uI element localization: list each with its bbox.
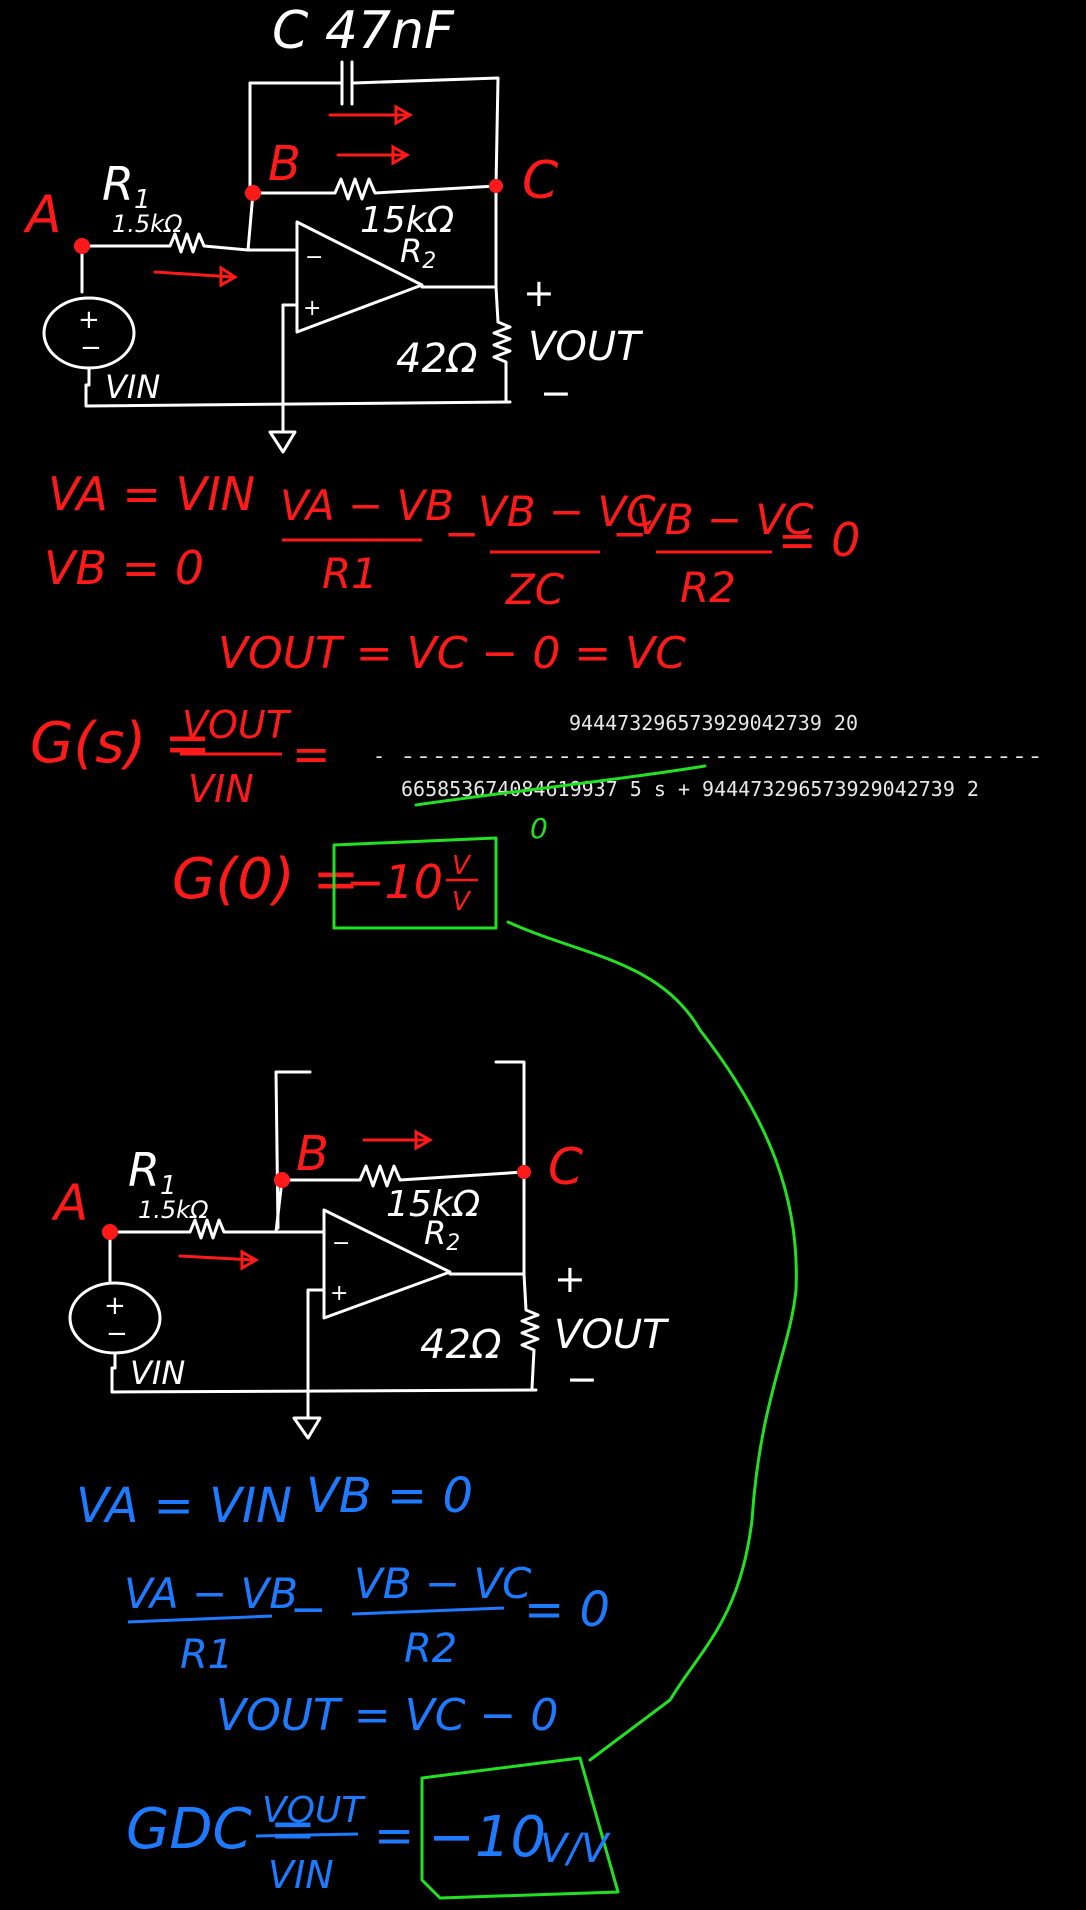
bottom-vout-plus: + xyxy=(554,1257,586,1301)
whiteboard-canvas: C 47nF A B C R1 1.5kΩ 15kΩ R2 42Ω VOUT +… xyxy=(0,0,1086,1910)
bottom-vout-minus: − xyxy=(566,1357,598,1401)
g0-unit-den: V xyxy=(452,887,472,917)
gs-num: VOUT xyxy=(182,703,292,747)
bottom-node-b-dot xyxy=(274,1172,290,1188)
zero-mark: 0 xyxy=(530,812,548,845)
blue-vb-equation: VB = 0 xyxy=(306,1468,473,1524)
bottom-node-c-label: C xyxy=(548,1138,583,1196)
vin-label: VIN xyxy=(105,368,160,406)
gs-equals: = xyxy=(292,727,331,781)
g0-value: −10 xyxy=(346,855,443,909)
vout-label: VOUT xyxy=(528,324,644,370)
bottom-node-a-dot xyxy=(102,1224,118,1240)
node-c-dot xyxy=(489,179,503,193)
bottom-opamp-inv-sign: − xyxy=(332,1231,350,1256)
blue-kcl-rhs: = 0 xyxy=(524,1582,610,1638)
kcl-den1: R1 xyxy=(322,549,378,598)
source-minus: − xyxy=(80,333,102,363)
gdc-value: −10 xyxy=(428,1805,546,1870)
gdc-unit: V/V xyxy=(540,1826,611,1872)
bottom-node-a-label: A xyxy=(51,1174,88,1232)
gs-den: VIN xyxy=(188,767,254,811)
bottom-source-minus: − xyxy=(106,1319,128,1349)
kcl-op1: − xyxy=(444,509,479,558)
blue-vout-equation: VOUT = VC − 0 xyxy=(216,1690,558,1741)
blue-va-equation: VA = VIN xyxy=(76,1478,292,1534)
tf-fraction-bar: ----------------------------------------… xyxy=(400,744,1043,768)
load-value: 42Ω xyxy=(396,336,478,382)
kcl-rhs: = 0 xyxy=(778,513,860,567)
bottom-load-value: 42Ω xyxy=(420,1322,502,1368)
bottom-node-b-label: B xyxy=(296,1126,329,1182)
vout-plus: + xyxy=(523,271,555,315)
node-c-label: C xyxy=(522,151,559,211)
blue-kcl-num1: VA − VB xyxy=(124,1569,298,1618)
bottom-vin-label: VIN xyxy=(130,1354,185,1392)
source-plus: + xyxy=(78,305,100,335)
tf-denominator: 665853674084619937 5 s + 944473296573929… xyxy=(401,777,979,801)
gdc-equals: = xyxy=(374,1808,414,1864)
opamp-inv-sign: − xyxy=(305,245,323,270)
node-a-label: A xyxy=(23,185,62,245)
opamp-noninv-sign: + xyxy=(303,296,321,321)
vb-equation: VB = 0 xyxy=(44,541,204,595)
bottom-opamp-noninv-sign: + xyxy=(330,1281,348,1306)
tf-numerator: 944473296573929042739 20 xyxy=(569,711,858,735)
vout-minus: − xyxy=(540,371,572,415)
node-b-label: B xyxy=(268,136,301,192)
g0-unit-num: V xyxy=(452,851,472,881)
tf-sign: - xyxy=(373,744,385,768)
cap-label: C 47nF xyxy=(272,1,455,61)
g0-lhs: G(0) = xyxy=(172,847,359,912)
blue-kcl-op: − xyxy=(290,1584,327,1635)
node-b-dot xyxy=(245,185,261,201)
vout-equation: VOUT = VC − 0 = VC xyxy=(218,628,686,679)
r1-value: 1.5kΩ xyxy=(112,210,183,238)
bottom-r1-value: 1.5kΩ xyxy=(138,1196,209,1224)
gdc-den: VIN xyxy=(268,1853,334,1897)
gdc-num: VOUT xyxy=(262,1790,366,1831)
bottom-vout-label: VOUT xyxy=(554,1312,670,1358)
blue-kcl-num2: VB − VC xyxy=(354,1559,532,1608)
kcl-num1: VA − VB xyxy=(280,481,454,530)
bottom-node-c-dot xyxy=(517,1165,531,1179)
node-a-dot xyxy=(74,238,90,254)
bottom-source-plus: + xyxy=(104,1291,126,1321)
kcl-den3: R2 xyxy=(680,563,736,612)
kcl-den2: ZC xyxy=(505,565,565,614)
va-equation: VA = VIN xyxy=(48,467,255,521)
blue-kcl-den1: R1 xyxy=(180,1632,233,1678)
blue-kcl-den2: R2 xyxy=(404,1626,457,1672)
gdc-bar xyxy=(255,1832,359,1838)
